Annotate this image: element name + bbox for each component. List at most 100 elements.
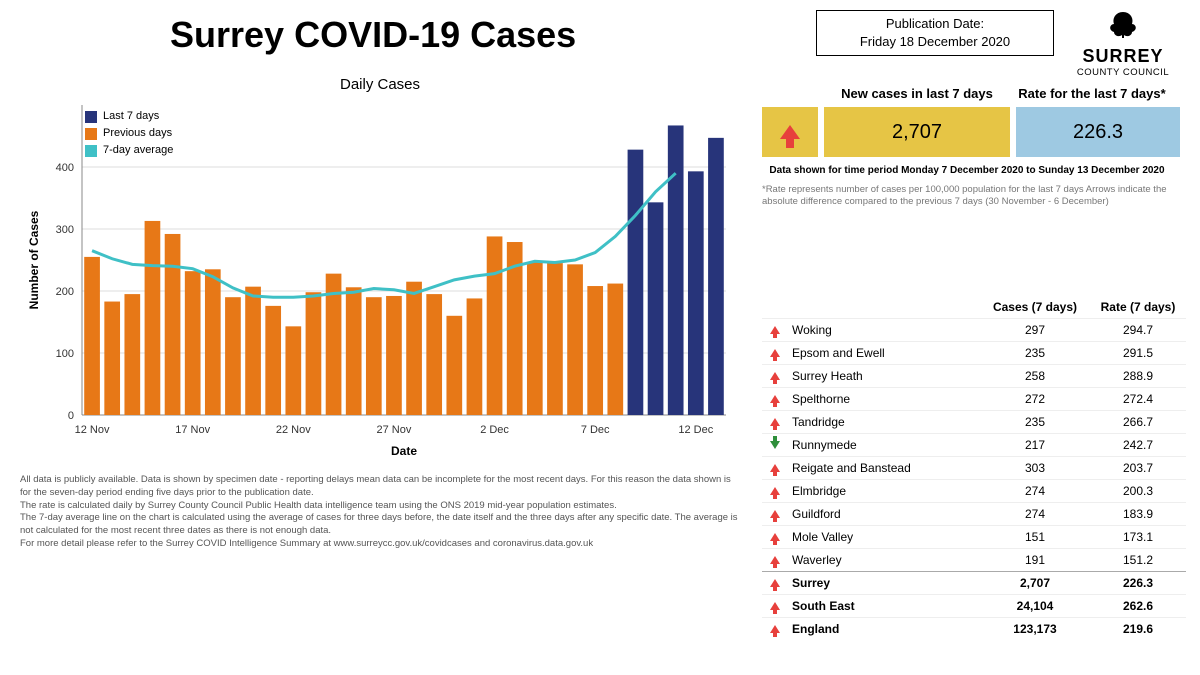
table-row: Mole Valley151173.1 <box>762 525 1186 548</box>
area-name: Waverley <box>788 553 980 567</box>
arrow-up-icon <box>770 556 780 564</box>
page-title: Surrey COVID-19 Cases <box>170 14 576 56</box>
footnote-line: All data is publicly available. Data is … <box>20 474 740 500</box>
area-rate: 294.7 <box>1090 323 1186 337</box>
area-name: Runnymede <box>788 438 980 452</box>
arrow-up-icon <box>770 602 780 610</box>
footnotes: All data is publicly available. Data is … <box>20 474 740 551</box>
svg-text:200: 200 <box>56 286 74 298</box>
area-rate: 173.1 <box>1090 530 1186 544</box>
oak-leaf-icon <box>1068 10 1178 46</box>
area-rate: 200.3 <box>1090 484 1186 498</box>
area-cases: 235 <box>980 346 1090 360</box>
rate-footnote: *Rate represents number of cases per 100… <box>762 184 1172 209</box>
area-rate: 291.5 <box>1090 346 1186 360</box>
surrey-logo: SURREY COUNTY COUNCIL <box>1068 10 1178 78</box>
svg-text:12 Dec: 12 Dec <box>678 424 713 436</box>
footnote-line: The 7-day average line on the chart is c… <box>20 512 740 538</box>
table-row: Epsom and Ewell235291.5 <box>762 341 1186 364</box>
table-row: Surrey2,707226.3 <box>762 571 1186 594</box>
table-row: Runnymede217242.7 <box>762 433 1186 456</box>
table-header-cases: Cases (7 days) <box>980 300 1090 314</box>
legend-swatch-last7 <box>85 111 97 123</box>
table-row: South East24,104262.6 <box>762 594 1186 617</box>
arrow-up-icon <box>770 395 780 403</box>
table-header-rate: Rate (7 days) <box>1090 300 1186 314</box>
table-row: Waverley191151.2 <box>762 548 1186 571</box>
svg-text:27 Nov: 27 Nov <box>377 424 412 436</box>
logo-line2: COUNTY COUNCIL <box>1068 67 1178 78</box>
area-rate: 266.7 <box>1090 415 1186 429</box>
chart-legend: Last 7 days Previous days 7-day average <box>85 108 173 159</box>
area-name: Surrey <box>788 576 980 590</box>
area-name: Elmbridge <box>788 484 980 498</box>
arrow-up-icon <box>770 510 780 518</box>
table-row: Tandridge235266.7 <box>762 410 1186 433</box>
area-name: Epsom and Ewell <box>788 346 980 360</box>
area-cases: 217 <box>980 438 1090 452</box>
area-name: South East <box>788 599 980 613</box>
area-cases: 274 <box>980 484 1090 498</box>
arrow-up-icon <box>780 125 800 139</box>
stat-header-cases: New cases in last 7 days <box>824 86 1010 101</box>
area-cases: 272 <box>980 392 1090 406</box>
table-row: Elmbridge274200.3 <box>762 479 1186 502</box>
area-name: Tandridge <box>788 415 980 429</box>
area-cases: 151 <box>980 530 1090 544</box>
publication-label: Publication Date: <box>825 15 1045 33</box>
footnote-line: The rate is calculated daily by Surrey C… <box>20 500 740 513</box>
arrow-up-icon <box>770 372 780 380</box>
svg-text:Date: Date <box>391 444 417 458</box>
area-cases: 24,104 <box>980 599 1090 613</box>
area-rate: 226.3 <box>1090 576 1186 590</box>
legend-swatch-prev <box>85 128 97 140</box>
area-rate: 219.6 <box>1090 622 1186 636</box>
area-cases: 303 <box>980 461 1090 475</box>
svg-text:400: 400 <box>56 162 74 174</box>
arrow-up-icon <box>770 487 780 495</box>
area-rate: 272.4 <box>1090 392 1186 406</box>
footnote-line: For more detail please refer to the Surr… <box>20 538 740 551</box>
legend-label-last7: Last 7 days <box>103 108 159 125</box>
svg-text:300: 300 <box>56 224 74 236</box>
table-row: Surrey Heath258288.9 <box>762 364 1186 387</box>
area-cases: 274 <box>980 507 1090 521</box>
area-cases: 191 <box>980 553 1090 567</box>
arrow-up-icon <box>770 579 780 587</box>
arrow-down-icon <box>770 441 780 449</box>
period-note: Data shown for time period Monday 7 Dece… <box>762 165 1172 176</box>
table-row: England123,173219.6 <box>762 617 1186 640</box>
area-name: Spelthorne <box>788 392 980 406</box>
table-row: Guildford274183.9 <box>762 502 1186 525</box>
area-cases: 297 <box>980 323 1090 337</box>
svg-text:Number of Cases: Number of Cases <box>27 210 41 309</box>
svg-text:0: 0 <box>68 410 74 422</box>
table-row: Reigate and Banstead303203.7 <box>762 456 1186 479</box>
stat-cases-card: 2,707 <box>824 107 1010 157</box>
chart-title: Daily Cases <box>20 76 740 93</box>
area-rate: 262.6 <box>1090 599 1186 613</box>
publication-date: Friday 18 December 2020 <box>825 33 1045 51</box>
area-name: England <box>788 622 980 636</box>
area-name: Reigate and Banstead <box>788 461 980 475</box>
area-name: Surrey Heath <box>788 369 980 383</box>
arrow-up-icon <box>770 418 780 426</box>
arrow-up-icon <box>770 326 780 334</box>
area-table: Cases (7 days) Rate (7 days) Woking29729… <box>762 296 1186 640</box>
summary-stats: New cases in last 7 days Rate for the la… <box>762 86 1182 209</box>
area-rate: 183.9 <box>1090 507 1186 521</box>
svg-text:7 Dec: 7 Dec <box>581 424 610 436</box>
area-rate: 203.7 <box>1090 461 1186 475</box>
svg-text:17 Nov: 17 Nov <box>175 424 210 436</box>
stat-header-rate: Rate for the last 7 days* <box>1010 86 1174 101</box>
area-cases: 123,173 <box>980 622 1090 636</box>
svg-text:100: 100 <box>56 348 74 360</box>
area-rate: 288.9 <box>1090 369 1186 383</box>
table-row: Woking297294.7 <box>762 318 1186 341</box>
area-name: Woking <box>788 323 980 337</box>
logo-line1: SURREY <box>1068 46 1178 67</box>
svg-text:12 Nov: 12 Nov <box>75 424 110 436</box>
arrow-up-icon <box>770 625 780 633</box>
area-rate: 151.2 <box>1090 553 1186 567</box>
svg-text:2 Dec: 2 Dec <box>480 424 509 436</box>
